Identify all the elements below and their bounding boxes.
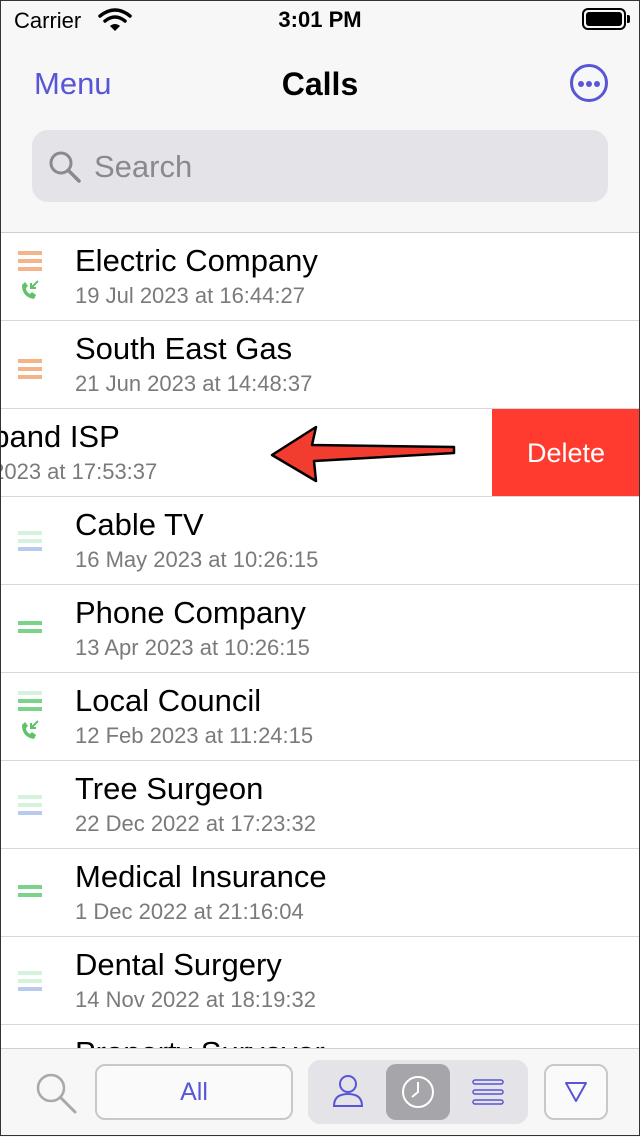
call-name: Dental Surgery	[75, 947, 282, 982]
list-item[interactable]: Local Council 12 Feb 2023 at 11:24:15	[0, 673, 640, 761]
call-date: 19 Jul 2023 at 16:44:27	[75, 283, 305, 308]
list-item[interactable]: Cable TV 16 May 2023 at 10:26:15	[0, 497, 640, 585]
swipe-arrow-icon	[270, 425, 456, 483]
status-indicator-icon	[18, 971, 42, 991]
call-name: dband ISP	[0, 419, 120, 454]
battery-icon	[582, 8, 630, 30]
segment-recents[interactable]	[386, 1064, 450, 1120]
call-name: South East Gas	[75, 331, 293, 366]
call-name: Phone Company	[75, 595, 306, 630]
call-name: Electric Company	[75, 243, 318, 278]
call-date: 16 May 2023 at 10:26:15	[75, 547, 319, 572]
triangle-down-icon	[565, 1082, 587, 1102]
list-item[interactable]: Dental Surgery 14 Nov 2022 at 18:19:32	[0, 937, 640, 1025]
call-date: 1 Dec 2022 at 21:16:04	[75, 899, 304, 924]
list-item[interactable]: Property Surveyor	[0, 1025, 640, 1048]
view-segmented-control[interactable]	[308, 1060, 528, 1124]
page-title: Calls	[281, 66, 359, 102]
calls-list[interactable]: Electric Company 19 Jul 2023 at 16:44:27…	[0, 233, 640, 1048]
delete-button[interactable]: Delete	[492, 409, 640, 496]
search-placeholder: Search	[94, 149, 193, 184]
call-date: 13 Apr 2023 at 10:26:15	[75, 635, 310, 660]
sort-down-button[interactable]	[544, 1064, 608, 1120]
navigation-bar: Menu Calls Search	[0, 40, 640, 233]
call-date: 22 Dec 2022 at 17:23:32	[75, 811, 316, 836]
list-item[interactable]: South East Gas 21 Jun 2023 at 14:48:37	[0, 321, 640, 409]
status-indicator-icon	[18, 621, 42, 633]
call-date: 14 Nov 2022 at 18:19:32	[75, 987, 316, 1012]
segment-contacts[interactable]	[316, 1064, 380, 1120]
list-item[interactable]: Phone Company 13 Apr 2023 at 10:26:15	[0, 585, 640, 673]
call-name: Cable TV	[75, 507, 204, 542]
status-indicator-icon	[18, 691, 42, 739]
bottom-toolbar: All	[0, 1048, 640, 1137]
status-bar: Carrier 3:01 PM	[0, 0, 640, 40]
call-date: 12 Feb 2023 at 11:24:15	[75, 723, 314, 748]
status-indicator-icon	[18, 359, 42, 379]
call-name: Tree Surgeon	[75, 771, 264, 806]
status-indicator-icon	[18, 885, 42, 897]
more-options-icon[interactable]	[570, 64, 608, 102]
clock-icon	[402, 1076, 434, 1108]
filter-all-button[interactable]: All	[95, 1064, 293, 1120]
call-date: y 2023 at 17:53:37	[0, 459, 158, 484]
list-item[interactable]: Electric Company 19 Jul 2023 at 16:44:27	[0, 233, 640, 321]
call-name: Property Surveyor	[75, 1035, 325, 1048]
list-item[interactable]: Tree Surgeon 22 Dec 2022 at 17:23:32	[0, 761, 640, 849]
search-icon	[49, 151, 81, 183]
search-field[interactable]: Search	[32, 130, 608, 202]
segment-list[interactable]	[456, 1064, 520, 1120]
call-date: 21 Jun 2023 at 14:48:37	[75, 371, 313, 396]
status-indicator-icon	[18, 251, 42, 299]
call-name: Medical Insurance	[75, 859, 327, 894]
search-icon[interactable]	[34, 1071, 78, 1115]
list-icon	[472, 1079, 504, 1105]
clock-time: 3:01 PM	[278, 7, 362, 32]
call-name: Local Council	[75, 683, 262, 718]
status-indicator-icon	[18, 795, 42, 815]
person-icon	[332, 1075, 364, 1107]
list-item[interactable]: Medical Insurance 1 Dec 2022 at 21:16:04	[0, 849, 640, 937]
list-item-swiped[interactable]: dband ISP y 2023 at 17:53:37 Delete	[0, 409, 640, 497]
status-indicator-icon	[18, 531, 42, 551]
